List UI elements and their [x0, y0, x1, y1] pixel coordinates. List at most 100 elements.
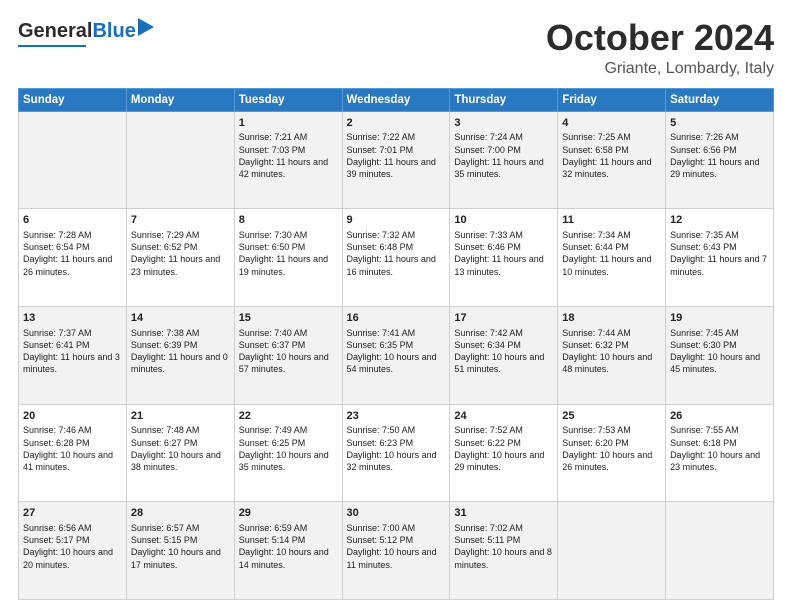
sunset-text: Sunset: 6:41 PM [23, 339, 122, 351]
daylight-text: Daylight: 10 hours and 35 minutes. [239, 449, 338, 473]
col-wednesday: Wednesday [342, 88, 450, 111]
day-number: 29 [239, 506, 338, 521]
day-number: 10 [454, 213, 553, 228]
calendar-cell: 19Sunrise: 7:45 AMSunset: 6:30 PMDayligh… [666, 306, 774, 404]
sunrise-text: Sunrise: 7:22 AM [347, 131, 446, 143]
calendar-cell: 29Sunrise: 6:59 AMSunset: 5:14 PMDayligh… [234, 502, 342, 600]
calendar-cell: 31Sunrise: 7:02 AMSunset: 5:11 PMDayligh… [450, 502, 558, 600]
calendar-page: GeneralBlue October 2024 Griante, Lombar… [0, 0, 792, 612]
calendar-cell: 27Sunrise: 6:56 AMSunset: 5:17 PMDayligh… [19, 502, 127, 600]
sunset-text: Sunset: 6:43 PM [670, 241, 769, 253]
day-number: 16 [347, 311, 446, 326]
day-number: 8 [239, 213, 338, 228]
day-number: 24 [454, 409, 553, 424]
calendar-cell: 17Sunrise: 7:42 AMSunset: 6:34 PMDayligh… [450, 306, 558, 404]
day-number: 11 [562, 213, 661, 228]
sunrise-text: Sunrise: 7:02 AM [454, 522, 553, 534]
sunrise-text: Sunrise: 7:50 AM [347, 424, 446, 436]
sunrise-text: Sunrise: 7:30 AM [239, 229, 338, 241]
daylight-text: Daylight: 10 hours and 45 minutes. [670, 351, 769, 375]
calendar-cell [126, 111, 234, 209]
calendar-cell [558, 502, 666, 600]
day-number: 14 [131, 311, 230, 326]
sunrise-text: Sunrise: 7:45 AM [670, 327, 769, 339]
calendar-cell: 7Sunrise: 7:29 AMSunset: 6:52 PMDaylight… [126, 209, 234, 307]
sunset-text: Sunset: 6:52 PM [131, 241, 230, 253]
sunset-text: Sunset: 6:34 PM [454, 339, 553, 351]
daylight-text: Daylight: 10 hours and 14 minutes. [239, 546, 338, 570]
calendar-week-row: 13Sunrise: 7:37 AMSunset: 6:41 PMDayligh… [19, 306, 774, 404]
daylight-text: Daylight: 11 hours and 16 minutes. [347, 253, 446, 277]
day-number: 21 [131, 409, 230, 424]
day-number: 12 [670, 213, 769, 228]
daylight-text: Daylight: 10 hours and 57 minutes. [239, 351, 338, 375]
calendar-cell: 6Sunrise: 7:28 AMSunset: 6:54 PMDaylight… [19, 209, 127, 307]
calendar-cell: 10Sunrise: 7:33 AMSunset: 6:46 PMDayligh… [450, 209, 558, 307]
calendar-cell: 9Sunrise: 7:32 AMSunset: 6:48 PMDaylight… [342, 209, 450, 307]
sunrise-text: Sunrise: 7:53 AM [562, 424, 661, 436]
logo-underline [18, 45, 86, 47]
daylight-text: Daylight: 10 hours and 48 minutes. [562, 351, 661, 375]
calendar-cell: 24Sunrise: 7:52 AMSunset: 6:22 PMDayligh… [450, 404, 558, 502]
sunrise-text: Sunrise: 7:38 AM [131, 327, 230, 339]
daylight-text: Daylight: 10 hours and 54 minutes. [347, 351, 446, 375]
daylight-text: Daylight: 11 hours and 42 minutes. [239, 156, 338, 180]
calendar-cell: 12Sunrise: 7:35 AMSunset: 6:43 PMDayligh… [666, 209, 774, 307]
daylight-text: Daylight: 11 hours and 19 minutes. [239, 253, 338, 277]
sunset-text: Sunset: 7:03 PM [239, 144, 338, 156]
calendar-cell: 14Sunrise: 7:38 AMSunset: 6:39 PMDayligh… [126, 306, 234, 404]
daylight-text: Daylight: 11 hours and 23 minutes. [131, 253, 230, 277]
daylight-text: Daylight: 10 hours and 32 minutes. [347, 449, 446, 473]
day-number: 17 [454, 311, 553, 326]
sunset-text: Sunset: 6:56 PM [670, 144, 769, 156]
sunset-text: Sunset: 5:11 PM [454, 534, 553, 546]
day-number: 1 [239, 116, 338, 131]
sunrise-text: Sunrise: 7:29 AM [131, 229, 230, 241]
location-text: Griante, Lombardy, Italy [546, 60, 774, 78]
day-number: 2 [347, 116, 446, 131]
calendar-cell: 23Sunrise: 7:50 AMSunset: 6:23 PMDayligh… [342, 404, 450, 502]
calendar-week-row: 27Sunrise: 6:56 AMSunset: 5:17 PMDayligh… [19, 502, 774, 600]
day-number: 23 [347, 409, 446, 424]
daylight-text: Daylight: 10 hours and 38 minutes. [131, 449, 230, 473]
sunrise-text: Sunrise: 7:55 AM [670, 424, 769, 436]
header-row: Sunday Monday Tuesday Wednesday Thursday… [19, 88, 774, 111]
sunset-text: Sunset: 6:50 PM [239, 241, 338, 253]
daylight-text: Daylight: 11 hours and 26 minutes. [23, 253, 122, 277]
sunset-text: Sunset: 6:35 PM [347, 339, 446, 351]
sunset-text: Sunset: 5:14 PM [239, 534, 338, 546]
daylight-text: Daylight: 11 hours and 7 minutes. [670, 253, 769, 277]
day-number: 20 [23, 409, 122, 424]
sunrise-text: Sunrise: 7:46 AM [23, 424, 122, 436]
calendar-cell: 30Sunrise: 7:00 AMSunset: 5:12 PMDayligh… [342, 502, 450, 600]
daylight-text: Daylight: 10 hours and 51 minutes. [454, 351, 553, 375]
calendar-cell: 2Sunrise: 7:22 AMSunset: 7:01 PMDaylight… [342, 111, 450, 209]
sunset-text: Sunset: 6:18 PM [670, 437, 769, 449]
calendar-cell: 18Sunrise: 7:44 AMSunset: 6:32 PMDayligh… [558, 306, 666, 404]
calendar-week-row: 6Sunrise: 7:28 AMSunset: 6:54 PMDaylight… [19, 209, 774, 307]
calendar-cell: 11Sunrise: 7:34 AMSunset: 6:44 PMDayligh… [558, 209, 666, 307]
daylight-text: Daylight: 10 hours and 11 minutes. [347, 546, 446, 570]
logo-blue-text: Blue [92, 20, 135, 43]
sunset-text: Sunset: 7:00 PM [454, 144, 553, 156]
daylight-text: Daylight: 10 hours and 29 minutes. [454, 449, 553, 473]
sunrise-text: Sunrise: 7:25 AM [562, 131, 661, 143]
day-number: 27 [23, 506, 122, 521]
col-monday: Monday [126, 88, 234, 111]
calendar-cell: 5Sunrise: 7:26 AMSunset: 6:56 PMDaylight… [666, 111, 774, 209]
calendar-cell: 28Sunrise: 6:57 AMSunset: 5:15 PMDayligh… [126, 502, 234, 600]
sunrise-text: Sunrise: 7:24 AM [454, 131, 553, 143]
sunset-text: Sunset: 6:25 PM [239, 437, 338, 449]
col-tuesday: Tuesday [234, 88, 342, 111]
day-number: 15 [239, 311, 338, 326]
daylight-text: Daylight: 11 hours and 39 minutes. [347, 156, 446, 180]
calendar-cell [19, 111, 127, 209]
sunrise-text: Sunrise: 7:41 AM [347, 327, 446, 339]
calendar-cell: 22Sunrise: 7:49 AMSunset: 6:25 PMDayligh… [234, 404, 342, 502]
sunset-text: Sunset: 5:17 PM [23, 534, 122, 546]
sunrise-text: Sunrise: 7:28 AM [23, 229, 122, 241]
col-friday: Friday [558, 88, 666, 111]
calendar-cell: 4Sunrise: 7:25 AMSunset: 6:58 PMDaylight… [558, 111, 666, 209]
daylight-text: Daylight: 10 hours and 26 minutes. [562, 449, 661, 473]
col-sunday: Sunday [19, 88, 127, 111]
